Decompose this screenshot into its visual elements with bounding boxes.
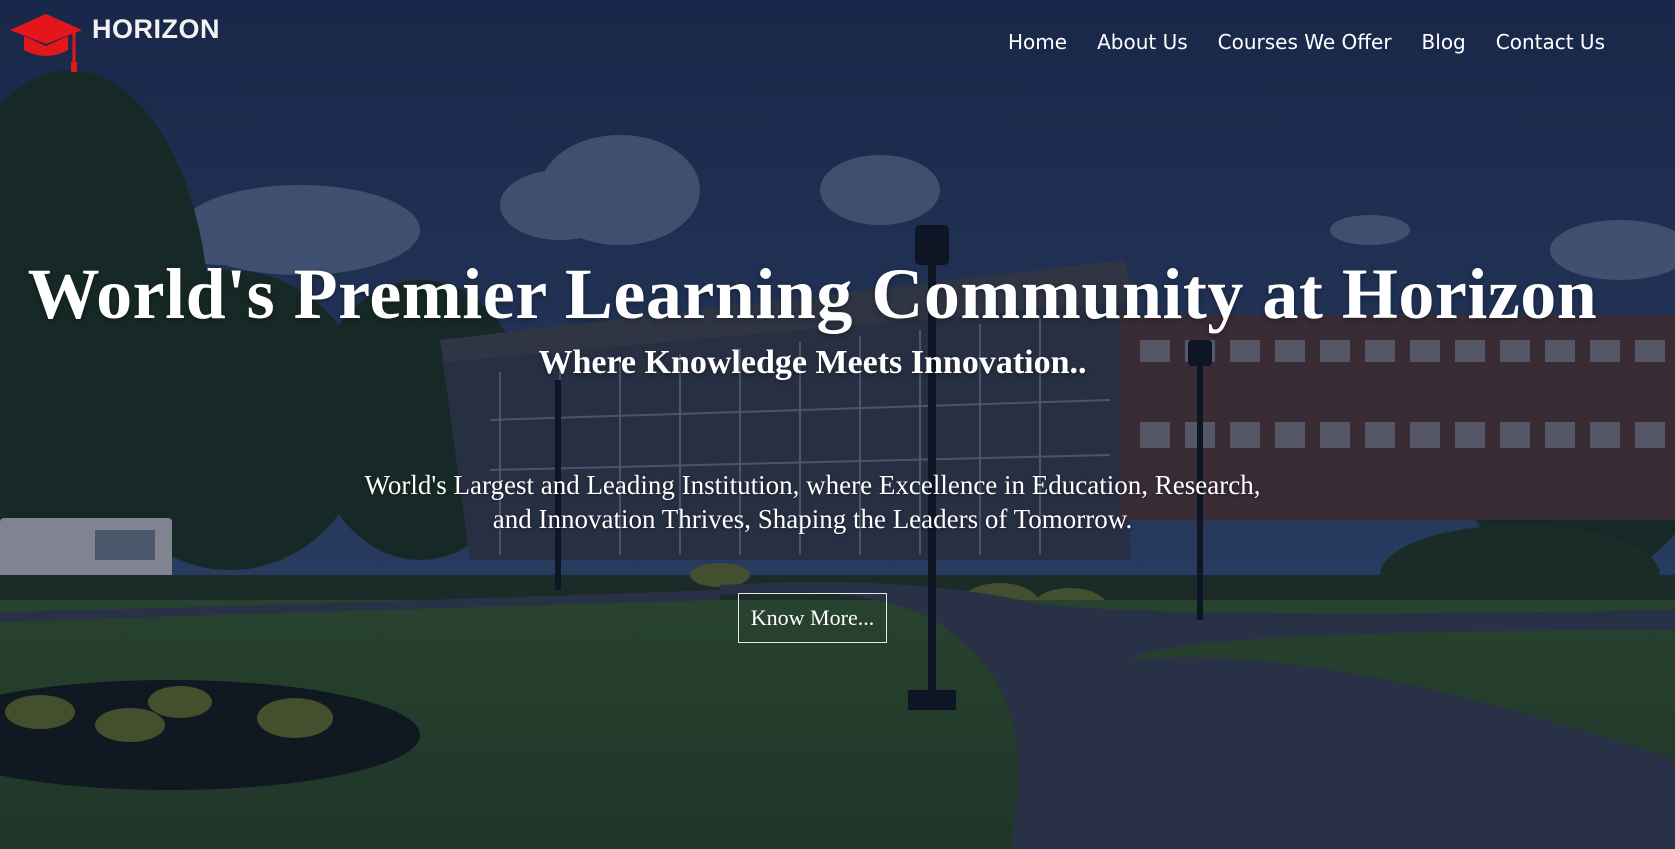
- site-header: HORIZON Home About Us Courses We Offer B…: [0, 0, 1675, 90]
- hero-subtitle: Where Knowledge Meets Innovation..: [538, 344, 1087, 381]
- graduation-cap-icon: [10, 14, 82, 72]
- know-more-button[interactable]: Know More...: [737, 593, 888, 643]
- main-navigation: Home About Us Courses We Offer Blog Cont…: [1008, 30, 1605, 54]
- hero-section: World's Premier Learning Community at Ho…: [0, 250, 1625, 643]
- nav-about-us[interactable]: About Us: [1097, 30, 1188, 54]
- nav-contact-us[interactable]: Contact Us: [1496, 30, 1605, 54]
- nav-home[interactable]: Home: [1008, 30, 1067, 54]
- nav-courses-we-offer[interactable]: Courses We Offer: [1218, 30, 1392, 54]
- nav-blog[interactable]: Blog: [1422, 30, 1466, 54]
- brand-logo[interactable]: HORIZON: [10, 12, 220, 76]
- hero-description: World's Largest and Leading Institution,…: [364, 470, 1261, 534]
- hero-title: World's Premier Learning Community at Ho…: [27, 254, 1598, 334]
- brand-name: HORIZON: [92, 13, 220, 44]
